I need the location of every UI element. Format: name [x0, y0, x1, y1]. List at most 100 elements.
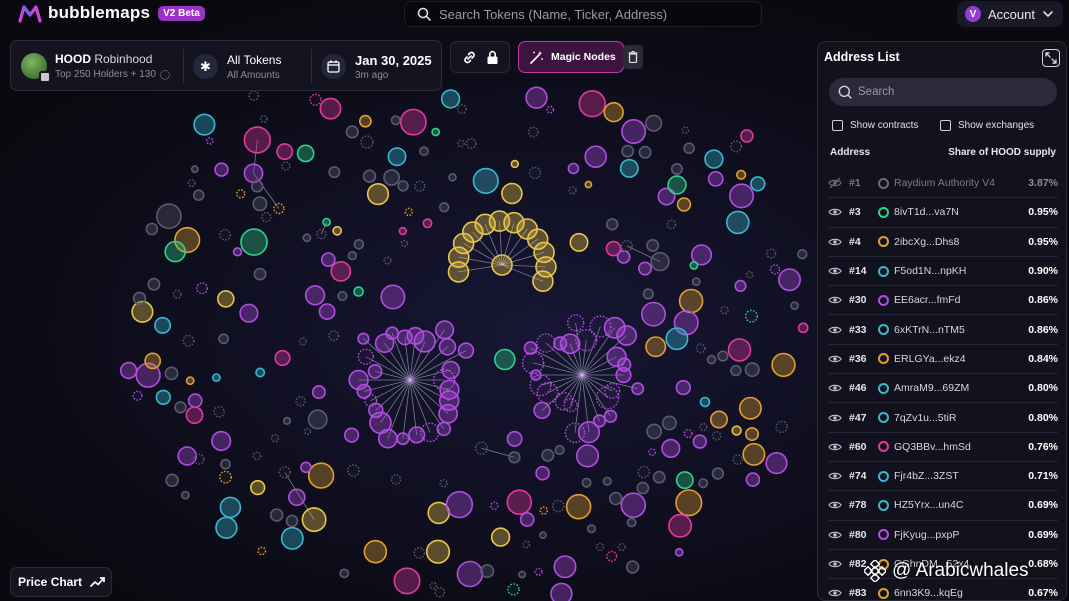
- holder-bubble[interactable]: [399, 108, 427, 136]
- address-row[interactable]: #30 EE6acr...fmFd 0.86%: [828, 286, 1058, 316]
- holder-bubble[interactable]: [620, 492, 647, 519]
- holder-bubble[interactable]: [315, 228, 327, 240]
- holder-bubble[interactable]: [523, 341, 538, 355]
- holder-bubble[interactable]: [699, 423, 708, 432]
- show-contracts-checkbox[interactable]: Show contracts: [832, 120, 918, 131]
- holder-bubble[interactable]: [730, 364, 742, 377]
- eye-icon[interactable]: [828, 205, 842, 219]
- holder-bubble[interactable]: [243, 126, 271, 154]
- holder-bubble[interactable]: [689, 260, 699, 270]
- holder-bubble[interactable]: [652, 470, 666, 484]
- holder-bubble[interactable]: [534, 567, 543, 576]
- holder-bubble[interactable]: [438, 403, 459, 424]
- eye-icon[interactable]: [828, 557, 842, 571]
- holder-bubble[interactable]: [491, 254, 513, 276]
- address-row[interactable]: #3 8ivT1d...va7N 0.95%: [828, 198, 1058, 228]
- holder-bubble[interactable]: [387, 147, 407, 167]
- holder-bubble[interactable]: [328, 166, 341, 179]
- holder-bubble[interactable]: [616, 325, 638, 346]
- address-row[interactable]: #4 2ibcXg...Dhs8 0.95%: [828, 228, 1058, 257]
- eye-icon[interactable]: [828, 293, 842, 307]
- holder-bubble[interactable]: [440, 89, 461, 109]
- holder-bubble[interactable]: [646, 239, 660, 253]
- holder-bubble[interactable]: [666, 219, 677, 230]
- holder-bubble[interactable]: [527, 126, 539, 138]
- holder-bubble[interactable]: [303, 427, 312, 436]
- holder-bubble[interactable]: [584, 145, 608, 168]
- holder-bubble[interactable]: [648, 448, 656, 457]
- holder-bubble[interactable]: [699, 396, 711, 408]
- holder-bubble[interactable]: [683, 429, 693, 439]
- holder-bubble[interactable]: [448, 173, 457, 182]
- holder-bubble[interactable]: [280, 526, 304, 550]
- holder-bubble[interactable]: [769, 264, 781, 275]
- holder-bubble[interactable]: [727, 338, 752, 362]
- holder-bubble[interactable]: [750, 176, 766, 192]
- holder-bubble[interactable]: [738, 396, 762, 420]
- holder-bubble[interactable]: [330, 260, 352, 282]
- holder-bubble[interactable]: [636, 481, 650, 495]
- holder-bubble[interactable]: [273, 202, 285, 215]
- holder-bubble[interactable]: [640, 301, 666, 327]
- holder-bubble[interactable]: [675, 471, 694, 490]
- holder-bubble[interactable]: [217, 290, 235, 308]
- holder-bubble[interactable]: [357, 348, 374, 365]
- holder-bubble[interactable]: [606, 550, 618, 562]
- tokens-filter-button[interactable]: ✱: [193, 54, 218, 79]
- holder-bubble[interactable]: [616, 357, 632, 372]
- holder-bubble[interactable]: [383, 169, 400, 186]
- holder-bubble[interactable]: [650, 251, 670, 272]
- holder-bubble[interactable]: [528, 166, 542, 180]
- holder-bubble[interactable]: [674, 547, 684, 557]
- holder-bubble[interactable]: [285, 514, 299, 528]
- holder-bubble[interactable]: [248, 90, 260, 101]
- holder-bubble[interactable]: [429, 581, 437, 590]
- holder-bubble[interactable]: [235, 189, 246, 199]
- holder-bubble[interactable]: [568, 186, 577, 195]
- eye-icon[interactable]: [828, 498, 842, 512]
- holder-bubble[interactable]: [506, 489, 533, 516]
- date-picker-button[interactable]: [321, 54, 346, 79]
- holder-bubble[interactable]: [675, 379, 691, 396]
- checkbox[interactable]: [832, 120, 843, 131]
- holder-bubble[interactable]: [709, 410, 728, 429]
- holder-bubble[interactable]: [734, 279, 747, 293]
- holder-bubble[interactable]: [489, 501, 499, 511]
- holder-bubble[interactable]: [661, 438, 681, 459]
- holder-bubble[interactable]: [704, 149, 724, 169]
- holder-bubble[interactable]: [456, 104, 467, 115]
- holder-bubble[interactable]: [360, 135, 374, 149]
- holder-bubble[interactable]: [595, 386, 620, 410]
- holder-bubble[interactable]: [366, 183, 390, 206]
- holder-bubble[interactable]: [661, 415, 677, 431]
- holder-bubble[interactable]: [250, 180, 264, 193]
- link-icon[interactable]: [462, 50, 477, 65]
- holder-bubble[interactable]: [602, 476, 612, 486]
- holder-bubble[interactable]: [300, 461, 312, 474]
- holder-bubble[interactable]: [490, 527, 511, 547]
- holder-bubble[interactable]: [575, 444, 600, 468]
- holder-bubble[interactable]: [287, 488, 306, 507]
- holder-bubble[interactable]: [670, 163, 683, 176]
- holder-bubble[interactable]: [603, 409, 618, 423]
- holder-bubble[interactable]: [745, 309, 759, 323]
- holder-bubble[interactable]: [425, 539, 451, 564]
- holder-bubble[interactable]: [240, 228, 268, 256]
- holder-bubble[interactable]: [332, 225, 343, 236]
- eye-icon[interactable]: [828, 411, 842, 425]
- address-row[interactable]: #74 Fjr4bZ...3ZST 0.71%: [828, 462, 1058, 492]
- holder-bubble[interactable]: [398, 226, 407, 236]
- holder-bubble[interactable]: [164, 366, 179, 381]
- holder-bubble[interactable]: [550, 582, 573, 601]
- holder-bubble[interactable]: [541, 448, 555, 462]
- holder-bubble[interactable]: [353, 239, 365, 250]
- holder-bubble[interactable]: [337, 290, 348, 302]
- holder-bubble[interactable]: [328, 330, 340, 342]
- holder-bubble[interactable]: [510, 159, 519, 169]
- holder-bubble[interactable]: [683, 142, 695, 155]
- snapshot-date[interactable]: Jan 30, 2025: [355, 53, 432, 68]
- holder-bubble[interactable]: [474, 441, 489, 455]
- holder-bubble[interactable]: [304, 285, 326, 306]
- holder-bubble[interactable]: [414, 180, 426, 192]
- holder-bubble[interactable]: [577, 370, 587, 380]
